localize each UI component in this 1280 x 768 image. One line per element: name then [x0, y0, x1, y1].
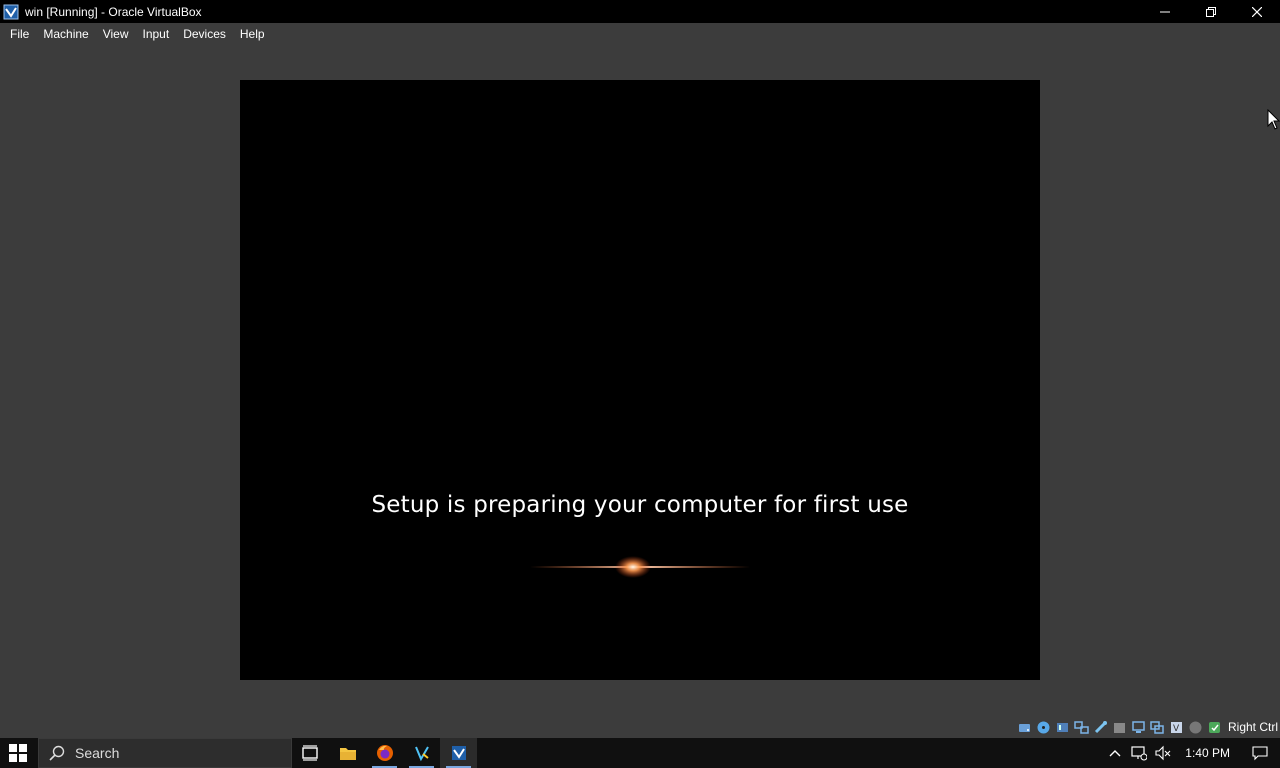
chevron-up-icon: [1109, 750, 1121, 757]
network-tray-button[interactable]: [1127, 738, 1151, 768]
virtualbox-taskbar-button[interactable]: [440, 738, 477, 768]
optical-drive-icon[interactable]: [1036, 720, 1051, 735]
show-hidden-icons-button[interactable]: [1103, 738, 1127, 768]
usb-icon[interactable]: [1093, 720, 1108, 735]
host-key-label: Right Ctrl: [1227, 720, 1278, 734]
taskbar-search-box[interactable]: Search: [38, 738, 292, 768]
mouse-integration-icon[interactable]: [1188, 720, 1203, 735]
notifications-icon: [1252, 746, 1268, 761]
file-explorer-icon: [339, 748, 356, 760]
shared-folders-icon[interactable]: [1112, 720, 1127, 735]
search-icon: [49, 745, 65, 761]
minimize-icon: [1160, 11, 1170, 12]
virtualbox-icon: [451, 746, 466, 760]
virtualbox-app-icon: [3, 4, 19, 20]
close-button[interactable]: [1234, 0, 1280, 23]
menu-machine[interactable]: Machine: [36, 23, 95, 45]
close-icon: [1252, 6, 1262, 17]
action-center-button[interactable]: [1240, 738, 1280, 768]
recording-icon[interactable]: [1150, 720, 1165, 735]
mouse-cursor-icon: [1267, 109, 1280, 130]
vm-screen[interactable]: Setup is preparing your computer for fir…: [240, 80, 1040, 680]
audio-icon[interactable]: [1055, 720, 1070, 735]
volume-muted-icon: [1155, 745, 1171, 761]
network-status-icon: [1131, 746, 1148, 761]
file-explorer-button[interactable]: [329, 738, 366, 768]
display-icon[interactable]: [1131, 720, 1146, 735]
cpu-icon[interactable]: V: [1169, 720, 1184, 735]
taskbar: Search 1:40 PM: [0, 738, 1280, 768]
vscode-icon: [414, 746, 429, 762]
firefox-button[interactable]: [366, 738, 403, 768]
setup-message: Setup is preparing your computer for fir…: [371, 492, 909, 518]
task-view-icon: [301, 745, 318, 761]
window-controls: [1142, 0, 1280, 23]
menu-devices[interactable]: Devices: [176, 23, 233, 45]
start-button[interactable]: [0, 738, 36, 768]
menu-file[interactable]: File: [3, 23, 36, 45]
title-bar: win [Running] - Oracle VirtualBox: [0, 0, 1280, 23]
menu-bar: File Machine View Input Devices Help: [0, 23, 1280, 45]
setup-spinner-glow: [530, 556, 750, 578]
firefox-icon: [376, 745, 393, 761]
vscode-button[interactable]: [403, 738, 440, 768]
restore-button[interactable]: [1188, 0, 1234, 23]
svg-text:V: V: [1173, 724, 1180, 734]
restore-icon: [1206, 6, 1216, 17]
task-view-button[interactable]: [292, 738, 329, 768]
network-icon[interactable]: [1074, 720, 1089, 735]
taskbar-clock[interactable]: 1:40 PM: [1175, 746, 1240, 760]
hard-disk-icon[interactable]: [1017, 720, 1032, 735]
vm-status-bar: V Right Ctrl: [1017, 718, 1280, 736]
menu-view[interactable]: View: [96, 23, 136, 45]
volume-tray-button[interactable]: [1151, 738, 1175, 768]
menu-help[interactable]: Help: [233, 23, 272, 45]
search-placeholder: Search: [75, 745, 120, 761]
system-tray: 1:40 PM: [1103, 738, 1280, 768]
menu-input[interactable]: Input: [136, 23, 177, 45]
keyboard-icon[interactable]: [1207, 720, 1222, 735]
windows-logo-icon: [9, 744, 27, 762]
minimize-button[interactable]: [1142, 0, 1188, 23]
window-title: win [Running] - Oracle VirtualBox: [25, 4, 202, 19]
